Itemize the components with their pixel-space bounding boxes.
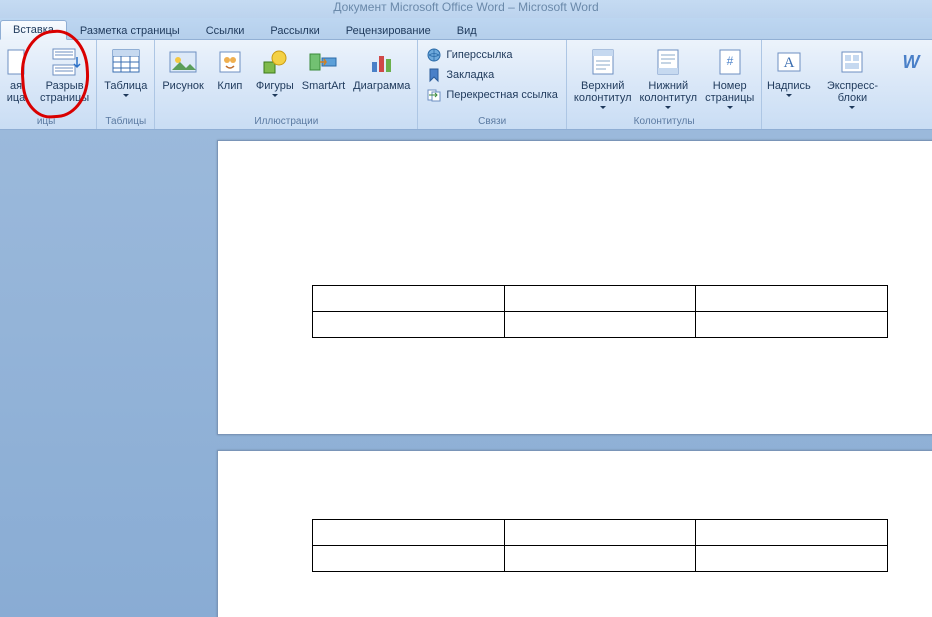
quickparts-icon [836, 46, 868, 78]
chevron-down-icon [123, 94, 129, 97]
header-button[interactable]: Верхний колонтитул [571, 44, 635, 111]
footer-icon [652, 46, 684, 78]
ribbon-tabs: Вставка Разметка страницы Ссылки Рассылк… [0, 18, 932, 40]
group-label-tables: Таблицы [101, 114, 150, 129]
group-label-illustrations: Иллюстрации [159, 114, 413, 129]
hyperlink-button[interactable]: Гиперссылка [422, 46, 562, 64]
page-icon [0, 46, 32, 78]
page-break-button[interactable]: Разрыв страницы [37, 44, 92, 106]
shapes-icon [259, 46, 291, 78]
textbox-icon: A [773, 46, 805, 78]
wordart-button[interactable]: W [893, 44, 928, 82]
page-number-icon: # [714, 46, 746, 78]
tab-rassylki[interactable]: Рассылки [257, 21, 332, 40]
page-number-button[interactable]: # Номер страницы [702, 44, 757, 111]
shapes-button[interactable]: Фигуры [253, 44, 297, 99]
chevron-down-icon [600, 106, 606, 109]
tab-vid[interactable]: Вид [444, 21, 490, 40]
textbox-button[interactable]: A Надпись [766, 44, 811, 99]
title-bar: Документ Microsoft Office Word – Microso… [0, 0, 932, 18]
page-2[interactable] [217, 450, 932, 617]
table-button[interactable]: Таблица [101, 44, 150, 99]
bookmark-button[interactable]: Закладка [422, 66, 562, 84]
window-title: Документ Microsoft Office Word – Microso… [333, 0, 598, 14]
bookmark-icon [426, 67, 442, 83]
svg-text:A: A [783, 55, 794, 71]
document-table-2[interactable] [312, 519, 888, 572]
footer-button[interactable]: Нижний колонтитул [637, 44, 701, 111]
crossref-icon [426, 87, 442, 103]
chart-icon [366, 46, 398, 78]
smartart-button[interactable]: SmartArt [299, 44, 348, 94]
group-label-text [766, 114, 928, 129]
wordart-icon: W [895, 46, 927, 78]
group-label-links: Связи [422, 114, 562, 129]
group-label-pages: ицы [0, 114, 92, 129]
chevron-down-icon [665, 106, 671, 109]
group-label-headerfooter: Колонтитулы [571, 114, 757, 129]
picture-icon [167, 46, 199, 78]
tab-razmetka[interactable]: Разметка страницы [67, 21, 193, 40]
chevron-down-icon [727, 106, 733, 109]
document-table-1[interactable] [312, 285, 888, 338]
tab-recenzirovanie[interactable]: Рецензирование [333, 21, 444, 40]
crossref-button[interactable]: Перекрестная ссылка [422, 86, 562, 104]
chart-button[interactable]: Диаграмма [350, 44, 413, 94]
chevron-down-icon [272, 94, 278, 97]
smartart-icon [307, 46, 339, 78]
page-break-icon [49, 46, 81, 78]
clip-icon [214, 46, 246, 78]
table-icon [110, 46, 142, 78]
header-icon [587, 46, 619, 78]
chevron-down-icon [786, 94, 792, 97]
page-1[interactable] [217, 140, 932, 435]
quickparts-button[interactable]: Экспресс-блоки [813, 44, 891, 111]
hyperlink-icon [426, 47, 442, 63]
picture-button[interactable]: Рисунок [159, 44, 207, 94]
cover-page-button[interactable]: ая ица [0, 44, 35, 106]
tab-vstavka[interactable]: Вставка [0, 20, 67, 40]
tab-ssylki[interactable]: Ссылки [193, 21, 258, 40]
svg-text:W: W [902, 52, 921, 72]
document-area[interactable] [0, 130, 932, 617]
ribbon: ая ица Разрыв страницы ицы [0, 40, 932, 130]
svg-text:#: # [726, 54, 733, 68]
chevron-down-icon [849, 106, 855, 109]
clip-button[interactable]: Клип [209, 44, 251, 94]
